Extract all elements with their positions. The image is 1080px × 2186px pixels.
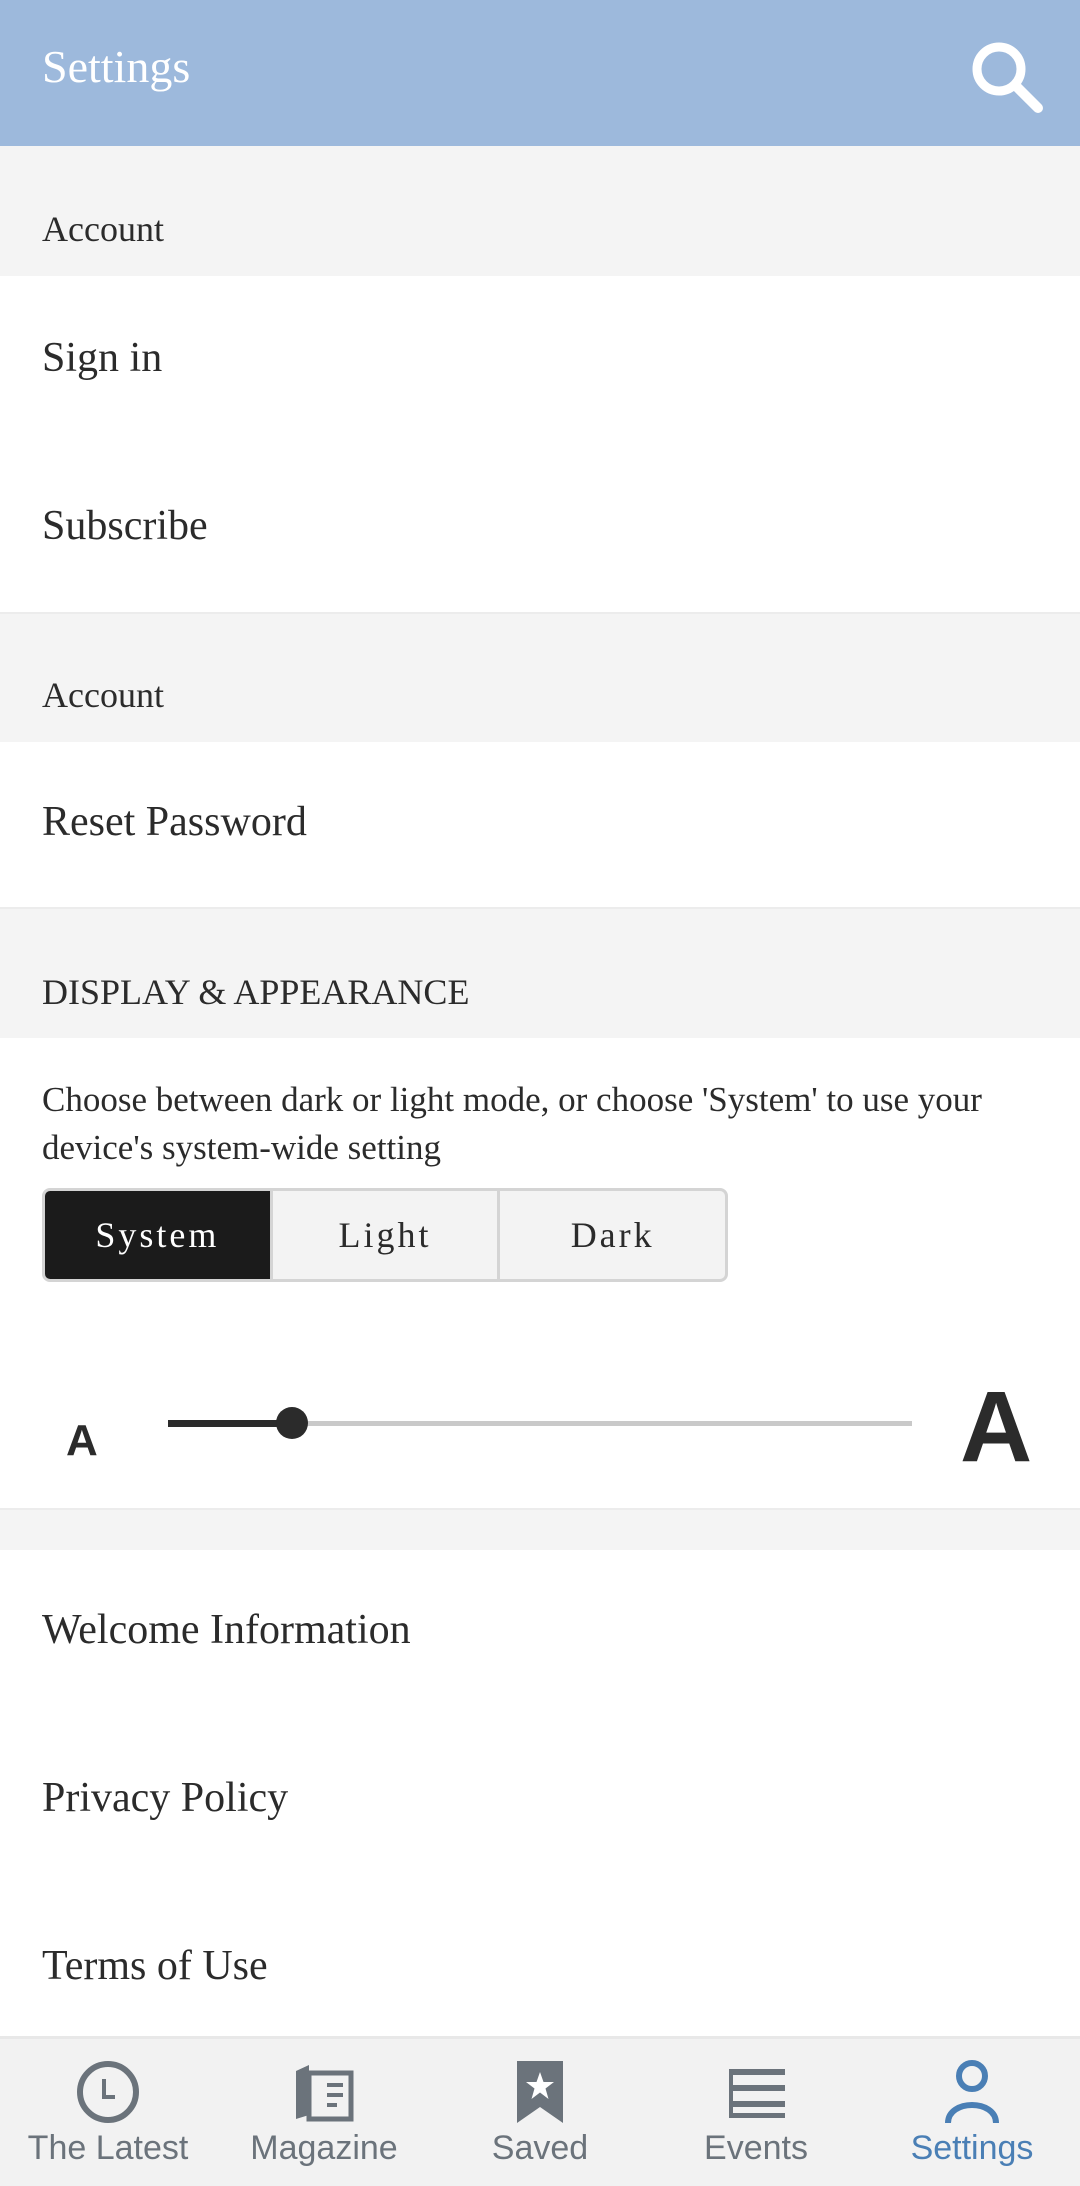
welcome-information-row[interactable]: Welcome Information [0,1550,1080,1718]
section-header-label: Account [42,675,164,715]
reset-password-row[interactable]: Reset Password [0,742,1080,908]
terms-of-use-label: Terms of Use [42,1943,268,1989]
sign-in-label: Sign in [42,335,163,381]
privacy-policy-row[interactable]: Privacy Policy [0,1718,1080,1886]
welcome-information-label: Welcome Information [42,1607,411,1653]
app-bar: Settings [0,0,1080,146]
magazine-icon [296,2065,354,2122]
reset-password-label: Reset Password [42,799,307,845]
text-size-large-icon: A [960,1371,1033,1483]
nav-item-settings[interactable]: Settings [864,2039,1080,2186]
nav-label: Magazine [250,2129,398,2167]
section-header-label: Account [42,209,164,249]
section-header-account: Account [0,146,1080,276]
theme-option-system[interactable]: System [45,1191,270,1279]
subscribe-label: Subscribe [42,503,208,549]
nav-label: Settings [910,2129,1034,2167]
bookmark-star-icon [517,2061,563,2123]
sign-in-row[interactable]: Sign in [0,276,1080,444]
section-spacer [0,1510,1080,1550]
nav-item-saved[interactable]: Saved [432,2039,648,2186]
nav-label: Saved [491,2129,589,2167]
section-header-label: DISPLAY & APPEARANCE [42,972,470,1012]
privacy-policy-label: Privacy Policy [42,1775,289,1821]
subscribe-row[interactable]: Subscribe [0,444,1080,612]
text-size-small-icon: A [66,1416,98,1465]
search-icon [972,42,1043,113]
nav-item-magazine[interactable]: Magazine [216,2039,432,2186]
search-button[interactable] [966,36,1046,116]
theme-option-light[interactable]: Light [269,1191,498,1279]
slider-fill [168,1420,293,1427]
nav-item-the-latest[interactable]: The Latest [0,2039,216,2186]
terms-of-use-row[interactable]: Terms of Use [0,1886,1080,2036]
nav-label: Events [704,2129,808,2167]
events-list-icon [729,2069,785,2118]
text-size-slider[interactable] [168,1400,912,1446]
nav-item-events[interactable]: Events [648,2039,864,2186]
page-title: Settings [42,41,191,92]
nav-label: The Latest [27,2129,189,2167]
slider-thumb[interactable] [276,1407,309,1439]
bottom-navigation: The Latest Magazine Saved Events Setting… [0,2036,1080,2186]
display-description: Choose between dark or light mode, or ch… [42,1080,982,1167]
clock-icon [77,2061,139,2123]
section-header-display: DISPLAY & APPEARANCE [0,909,1080,1038]
section-header-account-2: Account [0,614,1080,742]
theme-segmented-control: System Light Dark [42,1188,728,1282]
theme-option-dark[interactable]: Dark [497,1191,725,1279]
person-icon [945,2060,999,2124]
